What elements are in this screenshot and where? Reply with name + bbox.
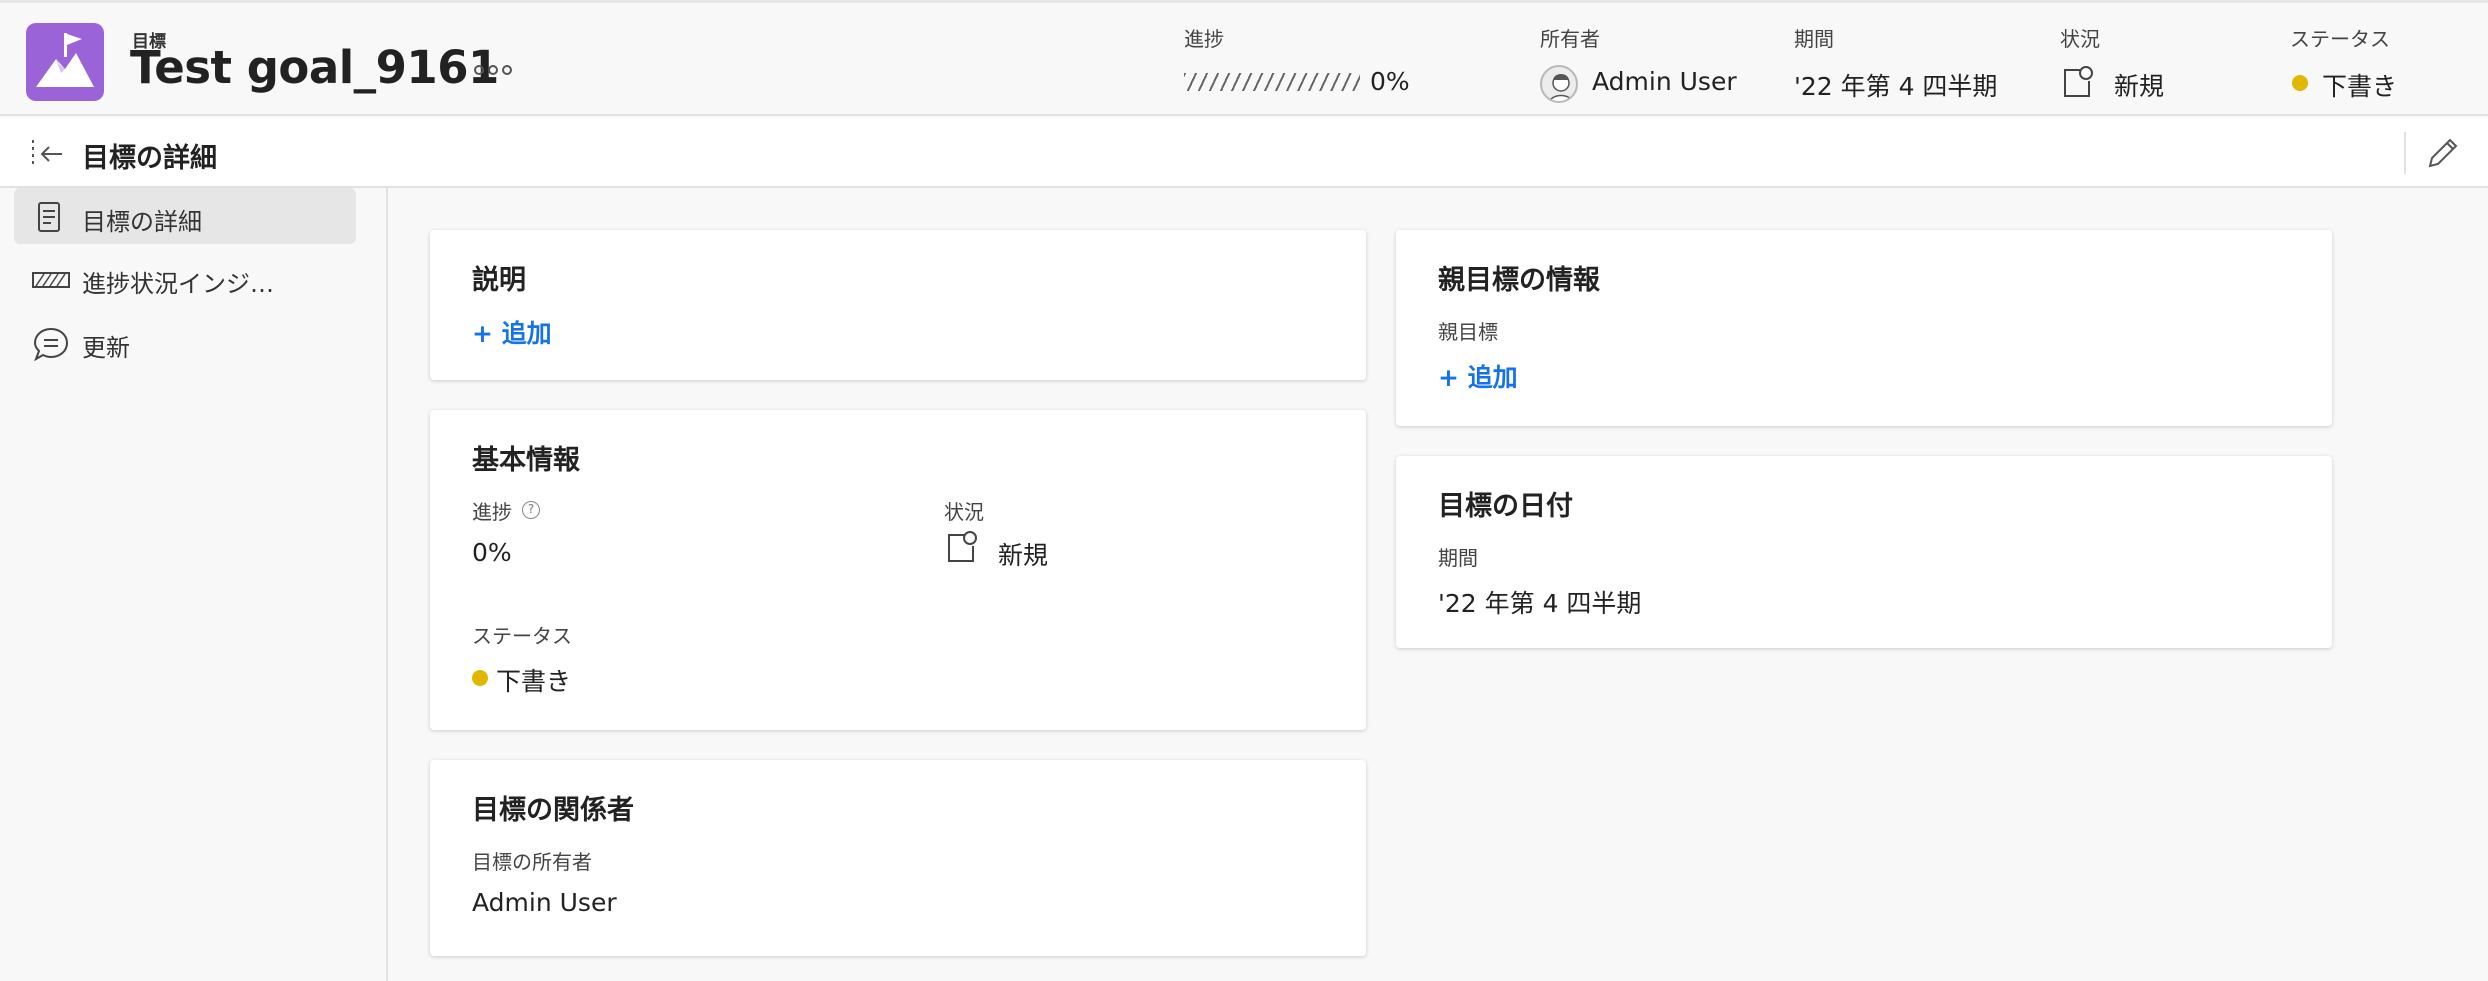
document-icon xyxy=(32,200,66,234)
chat-bubble-icon xyxy=(32,326,69,362)
card-title: 目標の日付 xyxy=(1438,491,1573,522)
sidebar: 目標の詳細 進捗状況インジ… 更新 xyxy=(0,188,388,981)
header-status-label: ステータス xyxy=(2290,27,2390,51)
parent-goal-card: 親目標の情報 親目標 + 追加 xyxy=(1396,230,2332,426)
description-card: 説明 + 追加 xyxy=(430,230,1366,380)
status-draft-dot-icon xyxy=(472,670,488,686)
condition-new-icon xyxy=(944,530,978,564)
period-label: 期間 xyxy=(1438,546,1478,570)
header-progress-label: 進捗 xyxy=(1184,27,1224,51)
goal-title: Test goal_9161 xyxy=(130,41,499,94)
card-title: 親目標の情報 xyxy=(1438,265,1600,296)
header-condition-label: 状況 xyxy=(2060,27,2100,51)
sidebar-item-goal-details[interactable]: 目標の詳細 xyxy=(14,188,356,244)
more-options-button[interactable] xyxy=(472,59,516,83)
help-icon[interactable]: ? xyxy=(522,501,540,519)
goal-dates-card: 目標の日付 期間 '22 年第 4 四半期 xyxy=(1396,456,2332,648)
sidebar-item-label: 進捗状況インジ… xyxy=(82,270,274,298)
details-subheader: 目標の詳細 xyxy=(0,118,2488,188)
sidebar-item-label: 更新 xyxy=(82,334,130,362)
dot-icon xyxy=(502,65,512,75)
goal-owner-value[interactable]: Admin User xyxy=(472,888,617,917)
divider xyxy=(2404,132,2406,174)
card-title: 基本情報 xyxy=(472,445,580,476)
owner-avatar[interactable] xyxy=(1540,65,1578,103)
header-owner-label: 所有者 xyxy=(1540,27,1600,51)
collapse-panel-icon[interactable] xyxy=(30,138,70,170)
period-value: '22 年第 4 四半期 xyxy=(1438,589,1642,618)
basic-info-card: 基本情報 進捗 ? 0% 状況 新規 ステータス 下書き xyxy=(430,410,1366,730)
progress-label: 進捗 xyxy=(472,500,512,524)
condition-new-icon xyxy=(2060,65,2094,99)
subheader-title: 目標の詳細 xyxy=(82,143,217,174)
condition-label: 状況 xyxy=(944,500,984,524)
condition-value: 新規 xyxy=(998,541,1049,570)
dot-icon xyxy=(474,65,484,75)
add-parent-goal-link[interactable]: + 追加 xyxy=(1438,358,1518,394)
goal-owner-label: 目標の所有者 xyxy=(472,850,592,874)
sidebar-item-progress-indicator[interactable]: 進捗状況インジ… xyxy=(14,250,356,306)
header-condition-value: 新規 xyxy=(2114,72,2165,101)
header-owner-value[interactable]: Admin User xyxy=(1592,67,1737,96)
header-progress-value: 0% xyxy=(1370,67,1410,96)
status-draft-dot-icon xyxy=(2292,75,2308,91)
sidebar-item-updates[interactable]: 更新 xyxy=(14,314,356,370)
parent-goal-label: 親目標 xyxy=(1438,320,1498,344)
card-title: 目標の関係者 xyxy=(472,795,634,826)
goal-flag-logo-icon xyxy=(26,23,104,101)
sidebar-item-label: 目標の詳細 xyxy=(82,208,202,236)
status-label: ステータス xyxy=(472,624,572,648)
header-status-value: 下書き xyxy=(2322,72,2398,101)
pencil-icon[interactable] xyxy=(2422,132,2464,174)
progress-value: 0% xyxy=(472,538,512,567)
goal-header: 目標 Test goal_9161 進捗 0% 所有者 Admin User 期… xyxy=(0,0,2488,116)
progress-bar xyxy=(1184,73,1360,91)
dot-icon xyxy=(488,65,498,75)
header-period-label: 期間 xyxy=(1794,27,1834,51)
header-period-value: '22 年第 4 四半期 xyxy=(1794,72,1998,101)
status-value: 下書き xyxy=(496,667,572,696)
progress-stripes-icon xyxy=(32,262,70,296)
card-title: 説明 xyxy=(472,265,526,296)
add-description-link[interactable]: + 追加 xyxy=(472,314,552,350)
stakeholders-card: 目標の関係者 目標の所有者 Admin User xyxy=(430,760,1366,956)
